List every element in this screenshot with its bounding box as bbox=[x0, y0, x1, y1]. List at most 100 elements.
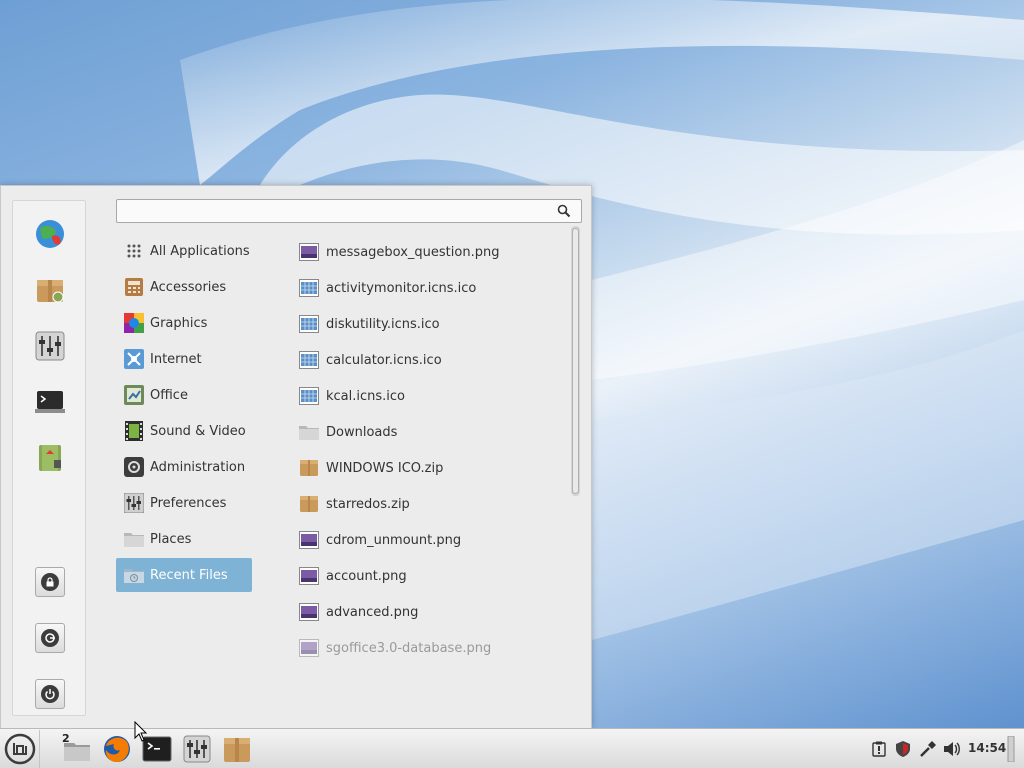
clock[interactable]: 14:54 bbox=[968, 741, 1006, 755]
globe-icon bbox=[36, 220, 64, 248]
favorites-sidebar bbox=[12, 200, 86, 716]
category-label: Administration bbox=[150, 459, 246, 475]
recent-file-item[interactable]: sgoffice3.0-database.png bbox=[298, 633, 568, 663]
logout-button[interactable] bbox=[35, 623, 65, 653]
folder-icon bbox=[123, 528, 145, 550]
category-label: Places bbox=[150, 531, 192, 547]
search-icon[interactable] bbox=[557, 204, 571, 222]
recent-file-item[interactable]: account.png bbox=[298, 561, 568, 591]
file-label: advanced.png bbox=[326, 604, 419, 620]
ico-icon bbox=[298, 385, 320, 407]
category-label: Recent Files bbox=[150, 567, 228, 583]
terminal-icon bbox=[35, 391, 65, 413]
network-icon bbox=[123, 348, 145, 370]
category-places[interactable]: Places bbox=[116, 522, 252, 556]
tray-update[interactable] bbox=[870, 740, 888, 758]
grid-icon bbox=[123, 240, 145, 262]
launcher-software-manager[interactable] bbox=[220, 732, 254, 766]
file-label: activitymonitor.icns.ico bbox=[326, 280, 477, 296]
category-sound-video[interactable]: Sound & Video bbox=[116, 414, 252, 448]
recent-file-item[interactable]: kcal.icns.ico bbox=[298, 381, 568, 411]
category-all-applications[interactable]: All Applications bbox=[116, 234, 252, 268]
calculator-icon bbox=[123, 276, 145, 298]
recent-file-item[interactable]: messagebox_question.png bbox=[298, 237, 568, 267]
search-input[interactable] bbox=[117, 200, 547, 222]
folder-icon bbox=[298, 421, 320, 443]
film-icon bbox=[123, 420, 145, 442]
ico-icon bbox=[298, 313, 320, 335]
file-label: account.png bbox=[326, 568, 407, 584]
favorite-file-manager[interactable] bbox=[32, 440, 68, 476]
launcher-firefox[interactable] bbox=[100, 732, 134, 766]
menu-button[interactable] bbox=[0, 730, 40, 768]
launcher-settings[interactable] bbox=[180, 732, 214, 766]
recent-file-item[interactable]: starredos.zip bbox=[298, 489, 568, 519]
admin-icon bbox=[123, 456, 145, 478]
scrollbar-thumb[interactable] bbox=[572, 228, 579, 494]
file-label: WINDOWS ICO.zip bbox=[326, 460, 444, 476]
favorite-settings[interactable] bbox=[32, 328, 68, 364]
file-label: kcal.icns.ico bbox=[326, 388, 406, 404]
firefox-icon bbox=[104, 736, 130, 762]
category-graphics[interactable]: Graphics bbox=[116, 306, 252, 340]
category-preferences[interactable]: Preferences bbox=[116, 486, 252, 520]
image-icon bbox=[298, 529, 320, 551]
category-office[interactable]: Office bbox=[116, 378, 252, 412]
recent-folder-icon bbox=[123, 564, 145, 586]
show-desktop-button[interactable] bbox=[1004, 736, 1018, 762]
lock-button[interactable] bbox=[35, 567, 65, 597]
sliders-icon bbox=[35, 331, 65, 361]
taskbar: 2 14:54 bbox=[0, 728, 1024, 768]
category-label: Preferences bbox=[150, 495, 227, 511]
file-label: calculator.icns.ico bbox=[326, 352, 442, 368]
update-icon bbox=[872, 741, 886, 757]
category-label: Office bbox=[150, 387, 188, 403]
recent-file-item[interactable]: cdrom_unmount.png bbox=[298, 525, 568, 555]
tray-volume[interactable] bbox=[943, 740, 961, 758]
favorite-firefox[interactable] bbox=[32, 216, 68, 252]
search-box[interactable] bbox=[116, 199, 582, 223]
ico-icon bbox=[298, 349, 320, 371]
file-label: diskutility.icns.ico bbox=[326, 316, 440, 332]
tray-network[interactable] bbox=[919, 740, 937, 758]
recent-file-item[interactable]: Downloads bbox=[298, 417, 568, 447]
recent-file-item[interactable]: calculator.icns.ico bbox=[298, 345, 568, 375]
image-icon bbox=[298, 637, 320, 659]
launcher-files[interactable] bbox=[60, 732, 94, 766]
shield-icon bbox=[896, 741, 910, 757]
archive-icon bbox=[298, 457, 320, 479]
recent-file-item[interactable]: advanced.png bbox=[298, 597, 568, 627]
category-label: Accessories bbox=[150, 279, 227, 295]
category-administration[interactable]: Administration bbox=[116, 450, 252, 484]
file-label: messagebox_question.png bbox=[326, 244, 500, 260]
favorite-terminal[interactable] bbox=[32, 384, 68, 420]
recent-file-item[interactable]: activitymonitor.icns.ico bbox=[298, 273, 568, 303]
recent-file-item[interactable]: diskutility.icns.ico bbox=[298, 309, 568, 339]
scrollbar[interactable] bbox=[571, 226, 580, 496]
start-menu: All Applications Accessories Graphics In… bbox=[0, 185, 592, 728]
package-icon bbox=[224, 738, 250, 762]
file-label: starredos.zip bbox=[326, 496, 410, 512]
ico-icon bbox=[298, 277, 320, 299]
file-label: cdrom_unmount.png bbox=[326, 532, 462, 548]
category-internet[interactable]: Internet bbox=[116, 342, 252, 376]
home-folder-icon bbox=[39, 445, 61, 471]
category-label: All Applications bbox=[150, 243, 250, 259]
file-label: sgoffice3.0-database.png bbox=[326, 640, 492, 656]
recent-file-item[interactable]: WINDOWS ICO.zip bbox=[298, 453, 568, 483]
mint-logo-icon bbox=[4, 733, 35, 765]
cursor-arrow-icon bbox=[134, 720, 148, 742]
files-icon bbox=[64, 743, 90, 761]
shutdown-button[interactable] bbox=[35, 679, 65, 709]
show-desktop-icon bbox=[1007, 736, 1015, 762]
mouse-cursor bbox=[134, 720, 148, 747]
category-label: Internet bbox=[150, 351, 202, 367]
tray-shield[interactable] bbox=[894, 740, 912, 758]
category-label: Graphics bbox=[150, 315, 208, 331]
chart-icon bbox=[123, 384, 145, 406]
favorite-software-manager[interactable] bbox=[32, 272, 68, 308]
category-accessories[interactable]: Accessories bbox=[116, 270, 252, 304]
network-icon bbox=[920, 741, 936, 757]
category-recent-files[interactable]: Recent Files bbox=[116, 558, 252, 592]
sliders-icon bbox=[123, 492, 145, 514]
